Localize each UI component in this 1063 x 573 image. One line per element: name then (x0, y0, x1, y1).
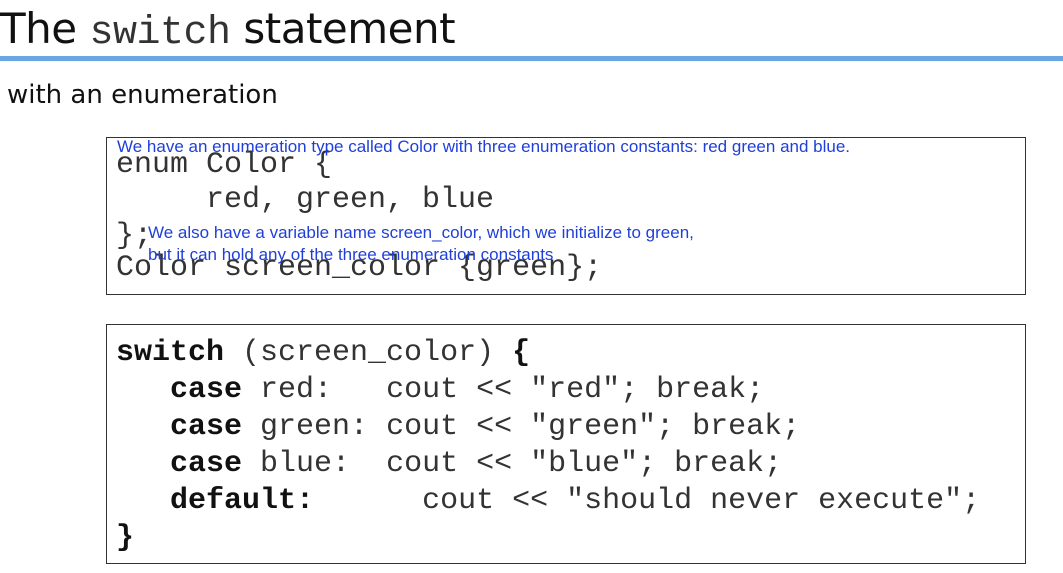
case-statement: cout << "blue"; break; (386, 447, 783, 481)
title-code-keyword: switch (89, 11, 231, 56)
case-line-red: case red: cout << "red"; break; (116, 372, 764, 409)
slide-subtitle: with an enumeration (7, 80, 278, 110)
case-statement: cout << "green"; break; (386, 410, 801, 444)
enum-code-box: enum Color { red, green, blue }; Color s… (106, 137, 1026, 295)
case-label: red: (242, 373, 387, 407)
title-suffix: statement (230, 4, 456, 53)
case-label: green: (242, 410, 387, 444)
switch-close-brace: } (116, 521, 135, 555)
switch-keyword: switch (116, 336, 225, 370)
default-statement: cout << "should never execute"; (422, 484, 981, 518)
switch-condition: (screen_color) (224, 336, 513, 370)
case-line-green: case green: cout << "green"; break; (116, 409, 800, 446)
slide-title: The switch statement (0, 2, 456, 61)
case-label: blue: (242, 447, 387, 481)
title-underline-rule (0, 56, 1063, 61)
case-keyword: case (170, 373, 243, 407)
default-line: default: cout << "should never execute"; (116, 483, 980, 520)
switch-close-line: } (116, 520, 134, 557)
annotation-variable: We also have a variable name screen_colo… (148, 223, 694, 242)
case-keyword: case (170, 410, 243, 444)
case-statement: cout << "red"; break; (386, 373, 765, 407)
case-line-blue: case blue: cout << "blue"; break; (116, 446, 782, 483)
enum-line-2: red, green, blue (116, 183, 495, 217)
switch-open-brace: { (512, 336, 531, 370)
switch-line-header: switch (screen_color) { (116, 335, 530, 372)
annotation-enum-type: We have an enumeration type called Color… (117, 137, 851, 156)
default-label (314, 484, 422, 518)
annotation-variable-cont: but it can hold any of the three enumera… (148, 245, 554, 264)
enum-line-3: }; (116, 219, 153, 253)
title-prefix: The (0, 4, 90, 53)
case-keyword: case (170, 447, 243, 481)
default-keyword: default: (170, 484, 315, 518)
switch-code-box: switch (screen_color) { case red: cout <… (106, 324, 1026, 564)
